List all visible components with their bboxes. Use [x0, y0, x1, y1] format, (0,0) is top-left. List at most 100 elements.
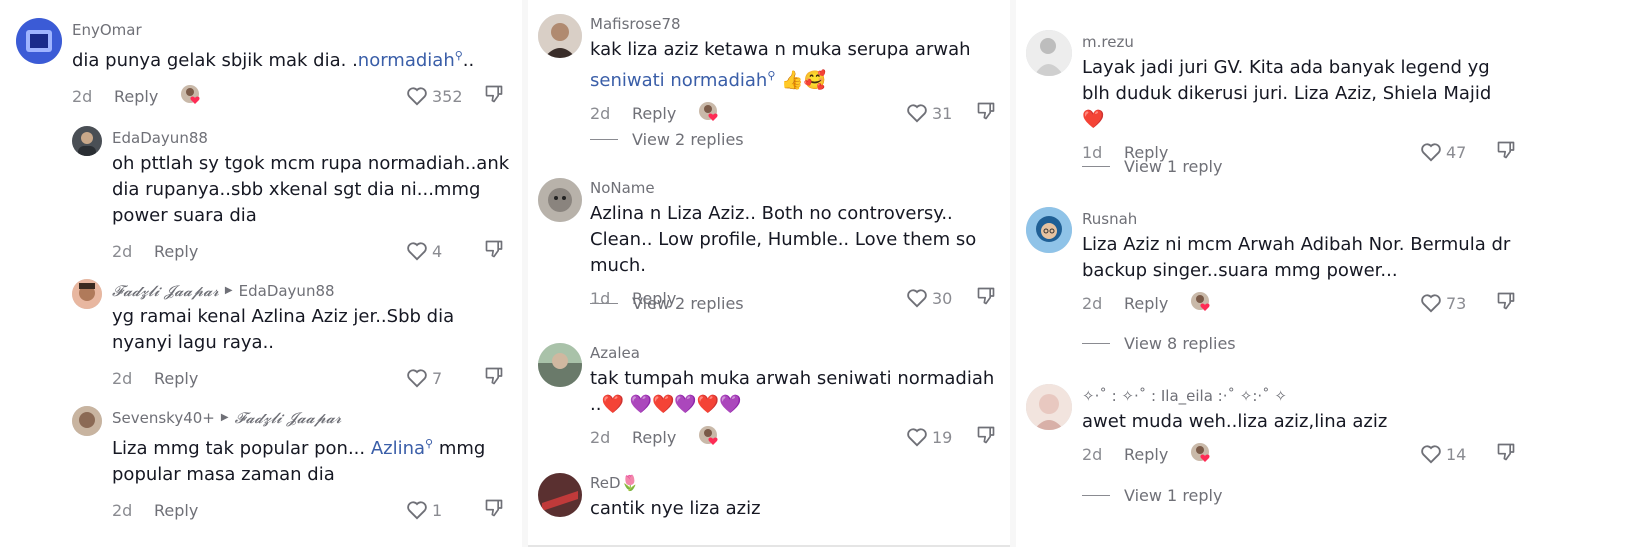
- comment: EnyOmar dia punya gelak sbjik mak dia. .…: [0, 18, 522, 108]
- comment-body: Mafisrose78 kak liza aziz ketawa n muka …: [590, 14, 1010, 126]
- comment-body: ✧·˚ : ✧·˚ : Ila_eila :·˚ ✧:·˚ ✧ awet mud…: [1082, 386, 1640, 467]
- mention-link[interactable]: seniwati normadiah⚲: [590, 69, 775, 91]
- dislike-button[interactable]: [1496, 291, 1516, 315]
- comment-meta: 2d Reply 4: [112, 238, 522, 264]
- comment-username[interactable]: Sevensky40+ ▶ 𝓕𝓪𝓭𝔃𝓵𝓲 𝓙𝓪𝓪𝓹𝓪𝓻: [112, 408, 522, 428]
- avatar[interactable]: [538, 178, 582, 222]
- dislike-button[interactable]: [484, 84, 504, 108]
- avatar[interactable]: [72, 126, 102, 156]
- comment-time: 2d: [72, 86, 93, 106]
- comment-body: m.rezu Layak jadi juri GV. Kita ada bany…: [1082, 32, 1640, 165]
- mention-link[interactable]: normadiah⚲: [358, 49, 463, 71]
- comment-meta: 2d Reply 1: [112, 497, 522, 523]
- comment-text: oh pttlah sy tgok mcm rupa normadiah..an…: [112, 153, 510, 226]
- thumbs-down-icon: [977, 287, 995, 305]
- avatar-image: [538, 178, 582, 222]
- reply-button[interactable]: Reply: [1124, 445, 1168, 464]
- avatar[interactable]: [72, 406, 102, 436]
- heart-outline-icon: [907, 428, 927, 447]
- comment-username[interactable]: EnyOmar: [72, 20, 522, 40]
- avatar[interactable]: [1026, 384, 1072, 430]
- dislike-button[interactable]: [976, 425, 996, 449]
- like-button[interactable]: 4: [406, 241, 442, 261]
- dislike-button[interactable]: [1496, 140, 1516, 164]
- avatar[interactable]: [16, 18, 62, 64]
- reply-button[interactable]: Reply: [1124, 294, 1168, 313]
- reply-button[interactable]: Reply: [154, 501, 198, 520]
- like-button[interactable]: 47: [1420, 142, 1466, 162]
- view-replies-button[interactable]: View 8 replies: [1082, 334, 1236, 353]
- avatar[interactable]: [1026, 30, 1072, 76]
- like-button[interactable]: 352: [406, 86, 463, 106]
- like-button[interactable]: 14: [1420, 444, 1466, 464]
- like-count: 30: [932, 288, 953, 308]
- view-replies-button[interactable]: View 2 replies: [590, 130, 744, 149]
- view-replies-label: View 1 reply: [1124, 157, 1223, 176]
- comment-panel-3: m.rezu Layak jadi juri GV. Kita ada bany…: [1016, 0, 1640, 547]
- comment-meta: 2d Reply 19: [590, 424, 1010, 450]
- view-replies-button[interactable]: View 1 reply: [1082, 486, 1222, 505]
- thumbs-down-icon: [1497, 443, 1515, 461]
- thumbs-down-icon: [485, 240, 503, 258]
- comment-username[interactable]: ✧·˚ : ✧·˚ : Ila_eila :·˚ ✧:·˚ ✧: [1082, 386, 1640, 406]
- avatar-image: [538, 343, 582, 387]
- view-replies-button[interactable]: View 2 replies: [590, 294, 744, 313]
- comment-body: Azalea tak tumpah muka arwah seniwati no…: [590, 343, 1010, 450]
- like-button[interactable]: 73: [1420, 293, 1466, 313]
- heart-outline-icon: [1421, 294, 1441, 313]
- avatar[interactable]: [72, 279, 102, 309]
- like-button[interactable]: 1: [406, 500, 442, 520]
- heart-outline-icon: [1421, 143, 1441, 162]
- dislike-button[interactable]: [1496, 442, 1516, 466]
- comment-meta: 2d Reply 73: [1082, 290, 1640, 316]
- like-count: 1: [432, 500, 443, 520]
- comment-username[interactable]: NoName: [590, 178, 1010, 198]
- like-count: 47: [1446, 142, 1467, 162]
- dislike-button[interactable]: [976, 101, 996, 125]
- reply-button[interactable]: Reply: [154, 242, 198, 261]
- dislike-button[interactable]: [484, 366, 504, 390]
- avatar[interactable]: [538, 473, 582, 517]
- comment-username[interactable]: Mafisrose78: [590, 14, 1010, 34]
- divider-line: [1082, 166, 1110, 167]
- avatar[interactable]: [1026, 207, 1072, 253]
- comment-time: 2d: [590, 427, 611, 447]
- reply-button[interactable]: Reply: [154, 369, 198, 388]
- comment-username[interactable]: EdaDayun88: [112, 128, 522, 148]
- heart-outline-icon: [407, 87, 427, 106]
- reply-button[interactable]: Reply: [632, 104, 676, 123]
- reply-button[interactable]: Reply: [632, 428, 676, 447]
- like-button[interactable]: 7: [406, 368, 442, 388]
- avatar-image: [72, 279, 102, 309]
- comment-time: 2d: [112, 241, 133, 261]
- dislike-button[interactable]: [484, 239, 504, 263]
- like-button[interactable]: 31: [906, 103, 952, 123]
- reply-arrow-icon: ▶: [224, 285, 233, 296]
- comment-text: cantik nye liza aziz: [590, 498, 761, 519]
- creator-liked-badge-icon: [698, 425, 722, 449]
- avatar[interactable]: [538, 343, 582, 387]
- view-replies-button[interactable]: View 1 reply: [1082, 157, 1222, 176]
- comment-username[interactable]: 𝓕𝓪𝓭𝔃𝓵𝓲 𝓙𝓪𝓪𝓹𝓪𝓻 ▶ EdaDayun88: [112, 281, 522, 301]
- comment-body: NoName Azlina n Liza Aziz.. Both no cont…: [590, 178, 1010, 311]
- dislike-button[interactable]: [976, 286, 996, 310]
- like-button[interactable]: 30: [906, 288, 952, 308]
- view-replies-label: View 1 reply: [1124, 486, 1223, 505]
- avatar-image: [72, 406, 102, 436]
- comment-username[interactable]: Rusnah: [1082, 209, 1640, 229]
- comment-username[interactable]: Azalea: [590, 343, 1010, 363]
- comment-time: 2d: [112, 368, 133, 388]
- comment-text: Liza mmg tak popular pon... Azlina⚲ mmg …: [112, 437, 486, 485]
- comment-username[interactable]: ReD🌷: [590, 473, 1010, 493]
- reply-button[interactable]: Reply: [114, 87, 158, 106]
- mention-link[interactable]: Azlina⚲: [371, 437, 434, 459]
- avatar-image: [16, 18, 62, 64]
- like-button[interactable]: 19: [906, 427, 952, 447]
- like-count: 7: [432, 368, 443, 388]
- search-mention-icon: ⚲: [425, 437, 434, 450]
- comment-username[interactable]: m.rezu: [1082, 32, 1640, 52]
- dislike-button[interactable]: [484, 498, 504, 522]
- comment-time: 2d: [1082, 444, 1103, 464]
- avatar-image: [1026, 384, 1072, 430]
- avatar[interactable]: [538, 14, 582, 58]
